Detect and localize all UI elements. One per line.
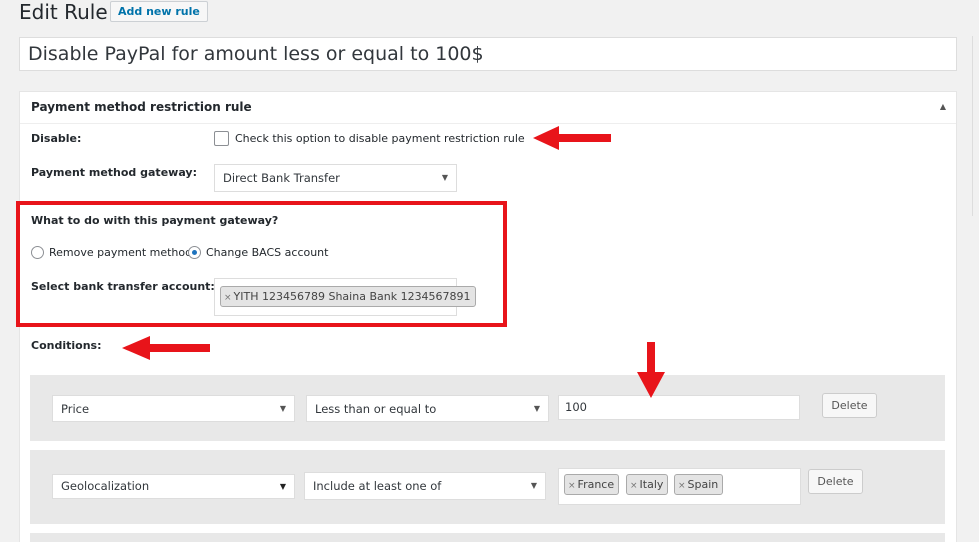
gateway-label: Payment method gateway: — [31, 166, 197, 179]
conditions-label: Conditions: — [31, 339, 102, 352]
remove-tag-icon[interactable]: × — [568, 481, 576, 491]
disable-checkbox-text: Check this option to disable payment res… — [235, 132, 525, 145]
gateway-select[interactable]: Direct Bank Transfer ▼ — [214, 164, 457, 192]
country-tag[interactable]: × Spain — [674, 474, 724, 495]
side-panel-edge — [972, 36, 979, 216]
condition-operator-select[interactable]: Include at least one of ▼ — [304, 472, 546, 500]
collapse-toggle-icon[interactable]: ▲ — [940, 102, 946, 111]
disable-label: Disable: — [31, 132, 82, 145]
rule-title-input[interactable]: Disable PayPal for amount less or equal … — [19, 37, 957, 71]
condition-row: Geolocalization ▼ Include at least one o… — [30, 450, 945, 524]
condition-operator-select[interactable]: Less than or equal to ▼ — [306, 395, 549, 422]
chevron-down-icon: ▼ — [279, 482, 286, 491]
chevron-down-icon: ▼ — [279, 404, 286, 413]
condition-row: Price ▼ Less than or equal to ▼ 100 Dele… — [30, 375, 945, 441]
metabox-title: Payment method restriction rule — [31, 100, 252, 114]
delete-condition-button[interactable]: Delete — [822, 393, 877, 418]
chevron-down-icon: ▼ — [441, 173, 448, 182]
chevron-down-icon: ▼ — [530, 481, 537, 490]
disable-checkbox[interactable] — [214, 131, 229, 146]
country-tag[interactable]: × France — [564, 474, 620, 495]
condition-value-input[interactable]: 100 — [558, 395, 800, 420]
chevron-down-icon: ▼ — [533, 404, 540, 413]
annotation-arrow-left-icon — [122, 336, 210, 360]
metabox-header[interactable]: Payment method restriction rule ▲ — [20, 92, 956, 124]
gateway-select-value: Direct Bank Transfer — [223, 171, 340, 185]
condition-tags-select[interactable]: × France × Italy × Spain — [558, 468, 801, 505]
remove-tag-icon[interactable]: × — [630, 481, 638, 491]
page-title: Edit Rule — [19, 0, 108, 24]
country-tag[interactable]: × Italy — [626, 474, 669, 495]
annotation-arrow-down-icon — [637, 342, 665, 398]
delete-condition-button[interactable]: Delete — [808, 469, 863, 494]
add-new-rule-button[interactable]: Add new rule — [110, 1, 208, 22]
remove-tag-icon[interactable]: × — [678, 481, 686, 491]
annotation-arrow-left-icon — [533, 126, 611, 150]
annotation-highlight-box — [16, 201, 507, 327]
condition-row — [30, 533, 945, 542]
condition-field-select[interactable]: Geolocalization ▼ — [52, 474, 295, 499]
condition-field-select[interactable]: Price ▼ — [52, 395, 295, 422]
